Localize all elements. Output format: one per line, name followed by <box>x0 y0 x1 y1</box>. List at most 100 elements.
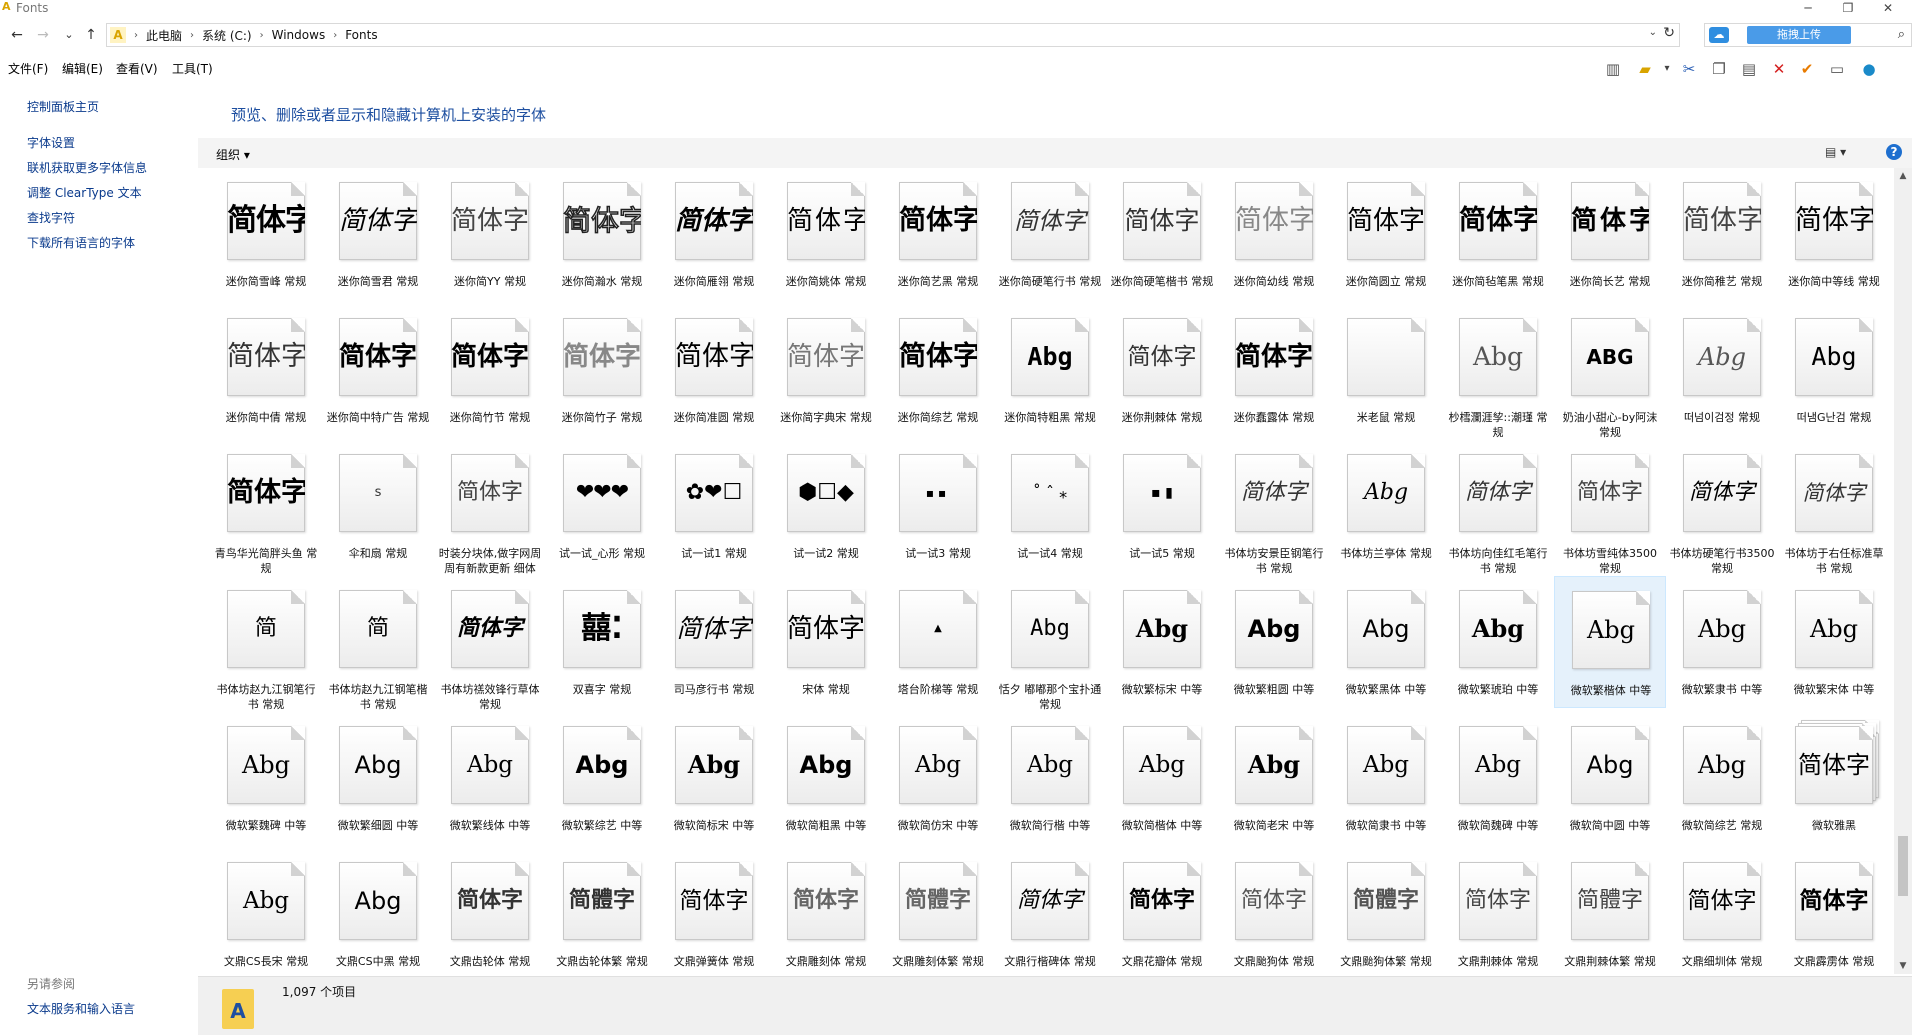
refresh-icon[interactable]: ↻ <box>1663 25 1675 41</box>
address-dropdown-icon[interactable]: ⌄ <box>1649 27 1657 38</box>
address-field[interactable]: A › 此电脑 › 系统 (C:) › Windows › Fonts ⌄ ↻ <box>106 23 1680 47</box>
font-tile[interactable]: 简书体坊赵九江钢笔楷书 常规 <box>322 576 434 711</box>
menu-file[interactable]: 文件(F) <box>8 60 48 77</box>
font-tile[interactable]: 简书体坊赵九江钢笔行书 常规 <box>210 576 322 711</box>
font-tile[interactable]: 简体字 迷你简硬笔楷书 常规 <box>1106 168 1218 300</box>
drag-upload-button[interactable]: 拖拽上传 <box>1747 26 1851 44</box>
font-tile[interactable]: 简体字 文鼎弹簧体 常规 <box>658 848 770 974</box>
font-tile[interactable]: 简体字 迷你简幼线 常规 <box>1218 168 1330 300</box>
font-tile[interactable]: Abg 微软繁隶书 中等 <box>1666 576 1778 708</box>
sidebar-link-download-fonts[interactable]: 下载所有语言的字体 <box>27 234 135 251</box>
font-tile[interactable]: 米老鼠 常规 <box>1330 304 1442 436</box>
font-tile[interactable]: 简体字 迷你简毡笔黑 常规 <box>1442 168 1554 300</box>
folder-dropdown-icon[interactable]: ▾ <box>1656 58 1678 80</box>
font-tile[interactable]: 简体字 迷你简雪君 常规 <box>322 168 434 300</box>
menu-view[interactable]: 查看(V) <box>116 60 158 77</box>
recent-locations-button[interactable]: ⌄ <box>58 24 80 46</box>
maximize-button[interactable]: ❐ <box>1828 0 1868 16</box>
font-tile[interactable]: 简体字 司马彦行书 常规 <box>658 576 770 708</box>
font-tile[interactable]: 简体字 书体坊安景臣钢笔行书 常规 <box>1218 440 1330 575</box>
font-tile[interactable]: 简体字 迷你简YY 常规 <box>434 168 546 300</box>
menu-tools[interactable]: 工具(T) <box>172 60 213 77</box>
font-tile[interactable]: 简體字 文鼎颱狗体繁 常规 <box>1330 848 1442 974</box>
network-icon[interactable]: ● <box>1858 58 1880 80</box>
font-tile[interactable]: 简体字 文鼎霹雳体 常规 <box>1778 848 1890 974</box>
font-tile[interactable]: 简体字 迷你简竹节 常规 <box>434 304 546 436</box>
font-tile[interactable]: 简体字 迷你简圆立 常规 <box>1330 168 1442 300</box>
search-box[interactable]: ☁ 拖拽上传 ⌕ <box>1704 23 1912 47</box>
font-tile[interactable]: Abg 微软简隶书 中等 <box>1330 712 1442 844</box>
font-tile[interactable]: 囍⁚ 双喜字 常规 <box>546 576 658 708</box>
font-tile[interactable]: Abg 微软繁魏碑 中等 <box>210 712 322 844</box>
font-tile[interactable]: Abg 微软简老宋 中等 <box>1218 712 1330 844</box>
font-tile[interactable]: Abg 微软繁细圆 中等 <box>322 712 434 844</box>
rename-icon[interactable]: ▭ <box>1826 58 1848 80</box>
font-tile[interactable]: 简体字 书体坊雪纯体3500 常规 <box>1554 440 1666 575</box>
sidebar-link-online-fonts[interactable]: 联机获取更多字体信息 <box>27 159 147 176</box>
search-icon[interactable]: ⌕ <box>1898 27 1905 42</box>
breadcrumb-fonts[interactable]: Fonts <box>345 28 377 42</box>
font-tile[interactable]: 简体字 宋体 常规 <box>770 576 882 708</box>
font-tile[interactable]: 简体字 微软雅黑 <box>1778 712 1890 844</box>
breadcrumb-system-c[interactable]: 系统 (C:) <box>202 27 252 44</box>
cut-icon[interactable]: ✂ <box>1678 58 1700 80</box>
font-tile[interactable]: ⬢☐◆ 试一试2 常规 <box>770 440 882 572</box>
view-options-icon[interactable]: ▤ ▾ <box>1825 145 1846 159</box>
sidebar-link-find-character[interactable]: 查找字符 <box>27 209 75 226</box>
font-tile[interactable]: Abg 文鼎CS長宋 常规 <box>210 848 322 974</box>
delete-icon[interactable]: ✕ <box>1768 58 1790 80</box>
font-tile[interactable]: Abg 微软简魏碑 中等 <box>1442 712 1554 844</box>
font-tile[interactable]: 简体字 迷你简雁翎 常规 <box>658 168 770 300</box>
preview-pane-icon[interactable]: ▥ <box>1602 58 1624 80</box>
font-tile[interactable]: ABG 奶油小甜心-by阿沫 常规 <box>1554 304 1666 439</box>
font-tile[interactable]: 简体字 迷你简瀚水 常规 <box>546 168 658 300</box>
font-tile[interactable]: Abg 微软繁琥珀 中等 <box>1442 576 1554 708</box>
organize-button[interactable]: 组织 ▾ <box>216 146 250 163</box>
font-tile[interactable]: 简体字 迷你荆棘体 常规 <box>1106 304 1218 436</box>
font-tile[interactable]: 简体字 迷你简硬笔行书 常规 <box>994 168 1106 300</box>
font-tile[interactable]: Abg 恬夕 嘟嘟那个宝扑通 常规 <box>994 576 1106 711</box>
scroll-up-icon[interactable]: ▲ <box>1894 168 1912 184</box>
sidebar-link-font-settings[interactable]: 字体设置 <box>27 134 75 151</box>
sidebar-link-text-services[interactable]: 文本服务和输入语言 <box>27 1000 135 1017</box>
font-tile[interactable]: 简体字 迷你简字典宋 常规 <box>770 304 882 436</box>
font-tile[interactable]: 简体字 书体坊禚效锋行草体 常规 <box>434 576 546 711</box>
font-tile[interactable]: s 伞和扇 常规 <box>322 440 434 572</box>
font-tile[interactable]: 简体字 书体坊向佳红毛笔行书 常规 <box>1442 440 1554 575</box>
font-tile[interactable]: Abg 微软简楷体 中等 <box>1106 712 1218 844</box>
font-tile[interactable]: Abg 微软简中圆 中等 <box>1554 712 1666 844</box>
font-tile[interactable]: Abg 微软简综艺 常规 <box>1666 712 1778 844</box>
font-tile[interactable]: 简体字 文鼎颱狗体 常规 <box>1218 848 1330 974</box>
font-tile[interactable]: Abg 微软简仿宋 中等 <box>882 712 994 844</box>
font-tile[interactable]: Abg 떠넘이검정 常规 <box>1666 304 1778 436</box>
up-button[interactable]: ↑ <box>80 24 102 46</box>
sidebar-link-cleartype[interactable]: 调整 ClearType 文本 <box>27 184 142 201</box>
font-tile[interactable]: 简體字 文鼎雕刻体繁 常规 <box>882 848 994 974</box>
help-icon[interactable]: ? <box>1886 144 1902 160</box>
font-tile[interactable]: 简体字 迷你蠢露体 常规 <box>1218 304 1330 436</box>
font-tile[interactable]: Abg 文鼎CS中黑 常规 <box>322 848 434 974</box>
font-tile[interactable]: 简体字 青鸟华光简胖头鱼 常规 <box>210 440 322 575</box>
font-tile[interactable]: 简体字 书体坊于右任标准草书 常规 <box>1778 440 1890 575</box>
font-tile[interactable]: 简体字 文鼎花瓣体 常规 <box>1106 848 1218 974</box>
font-tile[interactable]: Abg 微软繁黑体 中等 <box>1330 576 1442 708</box>
font-tile[interactable]: 简体字 迷你简稚艺 常规 <box>1666 168 1778 300</box>
back-button[interactable]: ← <box>6 24 28 46</box>
font-tile[interactable]: 简體字 文鼎荆棘体繁 常规 <box>1554 848 1666 974</box>
font-tile[interactable]: ▲ 塔台阶梯等 常规 <box>882 576 994 708</box>
folder-icon[interactable]: ▰ <box>1634 58 1656 80</box>
font-tile[interactable]: Abg 微软繁标宋 中等 <box>1106 576 1218 708</box>
font-tile[interactable]: 简体字 迷你简中等线 常规 <box>1778 168 1890 300</box>
check-icon[interactable]: ✔ <box>1796 58 1818 80</box>
font-tile[interactable]: Abg 书体坊兰亭体 常规 <box>1330 440 1442 572</box>
font-tile[interactable]: Abg 떠냄G난검 常规 <box>1778 304 1890 436</box>
font-tile[interactable]: 简体字 书体坊硬笔行书3500 常规 <box>1666 440 1778 575</box>
font-tile[interactable]: ✿❤☐ 试一试1 常规 <box>658 440 770 572</box>
font-tile[interactable]: 简體字 文鼎齿轮体繁 常规 <box>546 848 658 974</box>
font-tile[interactable]: Abg 杪樰瀾涯孧::潮瑾 常规 <box>1442 304 1554 439</box>
scroll-down-icon[interactable]: ▼ <box>1894 958 1912 974</box>
font-tile[interactable]: 简体字 文鼎行楷碑体 常规 <box>994 848 1106 974</box>
font-tile[interactable]: ▪▪ 试一试3 常规 <box>882 440 994 572</box>
forward-button[interactable]: → <box>32 24 54 46</box>
breadcrumb-windows[interactable]: Windows <box>272 28 326 42</box>
